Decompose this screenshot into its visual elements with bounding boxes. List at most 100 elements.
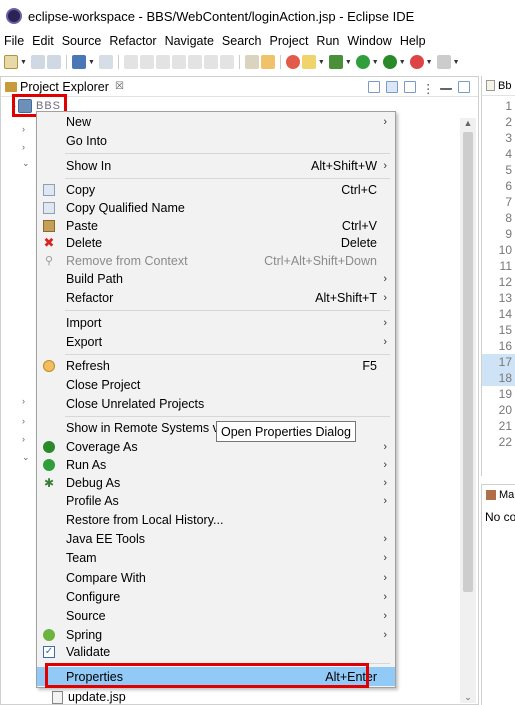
menu-item-restore-local-history[interactable]: Restore from Local History...	[37, 510, 395, 529]
chevron-right-icon: ›	[383, 316, 387, 329]
new-dropdown-icon[interactable]: ▼	[20, 59, 27, 66]
menu-item-source[interactable]: Source ›	[37, 606, 395, 625]
run-icon[interactable]	[355, 55, 370, 69]
menu-item-show-in[interactable]: Show In Alt+Shift+W ›	[37, 156, 395, 175]
view-menu-icon[interactable]: ⋮	[422, 81, 435, 96]
menu-window[interactable]: Window	[343, 34, 395, 48]
save-icon[interactable]	[30, 55, 45, 69]
menu-item-import[interactable]: Import ›	[37, 313, 395, 332]
terminate-icon[interactable]	[155, 55, 170, 69]
menu-item-run-as[interactable]: Run As ›	[37, 455, 395, 474]
more-tools-dropdown-icon[interactable]: ▼	[453, 59, 460, 66]
skip-breakpoints-icon[interactable]	[98, 55, 113, 69]
menu-run[interactable]: Run	[312, 34, 343, 48]
vertical-scrollbar[interactable]: ▲ ⌄	[460, 118, 476, 703]
menu-item-validate[interactable]: ✓ Validate	[37, 642, 395, 661]
more-tools-icon[interactable]	[436, 55, 451, 69]
save-all-icon[interactable]	[46, 55, 61, 69]
resume-icon[interactable]	[123, 55, 138, 69]
markers-icon	[486, 490, 496, 500]
menu-source[interactable]: Source	[58, 34, 106, 48]
menu-item-refresh[interactable]: Refresh F5	[37, 356, 395, 375]
menu-item-label: Source	[66, 608, 106, 623]
debug-icon[interactable]	[328, 55, 343, 69]
web-browser-icon[interactable]	[301, 55, 316, 69]
markers-tab[interactable]: Ma	[482, 485, 515, 505]
chevron-down-icon[interactable]: ⌄	[22, 158, 30, 169]
maximize-icon[interactable]	[458, 80, 470, 93]
chevron-right-icon: ›	[383, 115, 387, 128]
scroll-down-icon[interactable]: ⌄	[460, 692, 476, 703]
chevron-right-icon[interactable]: ›	[22, 396, 25, 406]
external-tools-icon[interactable]	[409, 55, 424, 69]
scroll-up-icon[interactable]: ▲	[460, 118, 476, 128]
menu-item-copy-qualified-name[interactable]: Copy Qualified Name	[37, 198, 395, 217]
new-icon[interactable]	[4, 55, 18, 69]
disconnect-icon[interactable]	[171, 55, 186, 69]
menu-item-configure[interactable]: Configure ›	[37, 587, 395, 606]
menu-item-shortcut: Ctrl+C	[341, 182, 377, 197]
menu-item-label: Spring	[66, 627, 103, 642]
chevron-right-icon[interactable]: ›	[22, 124, 25, 134]
menu-item-new[interactable]: New ›	[37, 112, 395, 131]
project-explorer-tab[interactable]: Project Explorer ☒ ⋮	[1, 77, 478, 97]
menu-item-close-unrelated-projects[interactable]: Close Unrelated Projects	[37, 394, 395, 413]
menu-item-close-project[interactable]: Close Project	[37, 375, 395, 394]
chevron-down-icon[interactable]: ⌄	[22, 452, 30, 463]
chevron-right-icon[interactable]: ›	[22, 434, 25, 444]
chevron-right-icon: ›	[383, 272, 387, 285]
menu-item-build-path[interactable]: Build Path ›	[37, 269, 395, 288]
minimize-icon[interactable]	[440, 84, 452, 90]
menu-item-remove-from-context[interactable]: ⚲ Remove from Context Ctrl+Alt+Shift+Dow…	[37, 251, 395, 270]
step-return-icon[interactable]	[219, 55, 234, 69]
line-number: 12	[498, 275, 512, 289]
menu-item-java-ee-tools[interactable]: Java EE Tools ›	[37, 529, 395, 548]
menu-search[interactable]: Search	[218, 34, 266, 48]
coverage-icon[interactable]	[382, 55, 397, 69]
project-explorer-title: Project Explorer	[20, 79, 109, 94]
browser-dropdown-icon[interactable]: ▼	[318, 59, 325, 66]
menu-item-export[interactable]: Export ›	[37, 332, 395, 351]
chevron-right-icon: ›	[383, 494, 387, 507]
menu-edit[interactable]: Edit	[28, 34, 58, 48]
menu-help[interactable]: Help	[396, 34, 430, 48]
terminal-icon[interactable]	[71, 55, 86, 69]
editor-tab[interactable]: Bb	[482, 76, 515, 96]
scrollbar-thumb[interactable]	[463, 132, 473, 592]
chevron-right-icon: ›	[383, 476, 387, 489]
markers-panel: Ma No co	[481, 484, 515, 705]
chevron-right-icon[interactable]: ›	[22, 416, 25, 426]
menu-navigate[interactable]: Navigate	[161, 34, 218, 48]
open-type-icon[interactable]	[244, 55, 259, 69]
open-task-icon[interactable]	[260, 55, 275, 69]
suspend-icon[interactable]	[139, 55, 154, 69]
menu-item-shortcut: Alt+Shift+T	[315, 290, 377, 305]
run-dropdown-icon[interactable]: ▼	[372, 59, 379, 66]
coverage-dropdown-icon[interactable]: ▼	[399, 59, 406, 66]
menu-item-profile-as[interactable]: Profile As ›	[37, 491, 395, 510]
menu-file[interactable]: File	[0, 34, 28, 48]
collapse-all-icon[interactable]	[368, 80, 380, 93]
menu-item-team[interactable]: Team ›	[37, 548, 395, 567]
menu-item-go-into[interactable]: Go Into	[37, 131, 395, 150]
debug-dropdown-icon[interactable]: ▼	[345, 59, 352, 66]
chevron-right-icon[interactable]: ›	[22, 142, 25, 152]
menu-item-delete[interactable]: ✖ Delete Delete	[37, 233, 395, 252]
menu-item-refactor[interactable]: Refactor Alt+Shift+T ›	[37, 288, 395, 307]
chevron-right-icon: ›	[383, 458, 387, 471]
close-icon[interactable]: ☒	[115, 81, 124, 92]
step-over-icon[interactable]	[203, 55, 218, 69]
server-icon[interactable]	[285, 55, 300, 69]
line-number: 19	[498, 387, 512, 401]
terminal-dropdown-icon[interactable]: ▼	[88, 59, 95, 66]
menu-item-copy[interactable]: Copy Ctrl+C	[37, 180, 395, 199]
menu-refactor[interactable]: Refactor	[105, 34, 160, 48]
menu-item-debug-as[interactable]: ✱ Debug As ›	[37, 473, 395, 492]
menu-project[interactable]: Project	[266, 34, 313, 48]
filter-icon[interactable]	[404, 80, 416, 93]
link-editor-icon[interactable]	[386, 80, 398, 93]
step-into-icon[interactable]	[187, 55, 202, 69]
menu-item-compare-with[interactable]: Compare With ›	[37, 568, 395, 587]
external-tools-dropdown-icon[interactable]: ▼	[426, 59, 433, 66]
file-tree-item[interactable]: update.jsp	[52, 690, 126, 704]
